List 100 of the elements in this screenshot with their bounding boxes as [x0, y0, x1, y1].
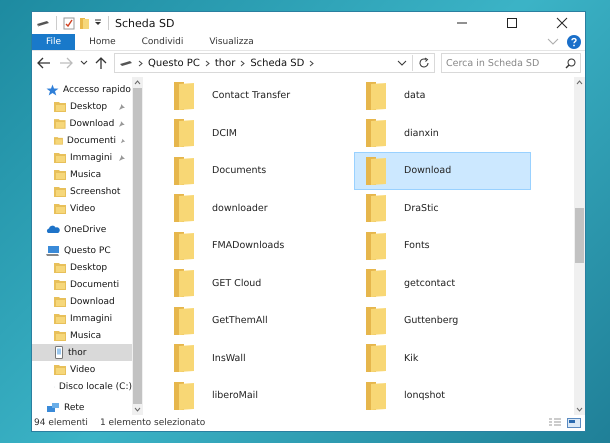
- properties-icon[interactable]: [63, 16, 75, 30]
- sidebar-item[interactable]: Questo PC: [32, 242, 132, 259]
- folder-icon: [54, 152, 66, 163]
- large-icons-view-icon[interactable]: [567, 418, 581, 428]
- pin-icon[interactable]: [120, 136, 126, 144]
- chevron-right-icon[interactable]: [204, 60, 210, 66]
- help-icon[interactable]: [567, 35, 581, 49]
- scroll-down-icon[interactable]: [576, 407, 583, 412]
- cloud-icon: [46, 225, 60, 234]
- folder-icon: [365, 343, 387, 374]
- sidebar-item[interactable]: Accesso rapido: [32, 81, 132, 98]
- dropdown-caret-icon[interactable]: [397, 60, 407, 66]
- folder-icon: [173, 306, 195, 336]
- folder-icon: [54, 330, 66, 341]
- folder-icon: [173, 156, 195, 186]
- folder-item[interactable]: DraStic: [354, 190, 531, 227]
- folder-item[interactable]: GET Cloud: [162, 264, 339, 302]
- sidebar-item[interactable]: Video: [32, 200, 132, 217]
- sidebar-item[interactable]: Immagini: [32, 149, 132, 166]
- folder-icon: [54, 262, 66, 273]
- folder-item[interactable]: FMADownloads: [162, 227, 339, 264]
- folder-icon: [365, 380, 387, 411]
- up-arrow-icon[interactable]: [94, 56, 108, 70]
- scroll-down-icon[interactable]: [134, 407, 141, 412]
- folder-item[interactable]: downloader: [162, 190, 339, 227]
- scrollbar[interactable]: [132, 77, 143, 415]
- folder-icon: [54, 296, 66, 307]
- folder-item[interactable]: Download: [354, 152, 531, 190]
- folder-icon: [54, 313, 66, 324]
- chevron-right-icon[interactable]: [138, 60, 143, 66]
- ribbon-tab[interactable]: Condividi: [130, 34, 196, 50]
- folder-icon: [365, 306, 387, 336]
- chevron-right-icon[interactable]: [240, 60, 246, 66]
- sidebar-item[interactable]: Musica: [32, 166, 132, 183]
- selection-status: 1 elemento selezionato: [100, 418, 206, 428]
- sidebar-item[interactable]: Desktop: [32, 98, 132, 115]
- folder-item[interactable]: Contact Transfer: [162, 77, 339, 114]
- sidebar-item[interactable]: Screenshot: [32, 183, 132, 200]
- scrollbar-thumb[interactable]: [575, 208, 584, 263]
- folder-icon: [54, 203, 66, 214]
- pin-icon[interactable]: [118, 120, 126, 128]
- refresh-icon[interactable]: [418, 57, 430, 69]
- sidebar-item[interactable]: Musica: [32, 327, 132, 344]
- folder-item[interactable]: Guttenberg: [354, 302, 531, 340]
- sidebar-item[interactable]: Video: [32, 361, 132, 378]
- sidebar-item[interactable]: Download: [32, 293, 132, 310]
- folder-item[interactable]: Kik: [354, 340, 531, 377]
- scrollbar[interactable]: [574, 77, 585, 415]
- folder-item[interactable]: lonqshot: [354, 377, 531, 414]
- sidebar-item[interactable]: Disco locale (C:): [32, 378, 132, 395]
- back-arrow-icon[interactable]: [36, 56, 52, 70]
- chevron-right-icon[interactable]: [309, 60, 314, 66]
- folder-item[interactable]: data: [354, 77, 531, 114]
- breadcrumb[interactable]: Scheda SD: [250, 58, 304, 68]
- folder-icon: [54, 186, 66, 197]
- recent-locations-caret-icon[interactable]: [80, 60, 88, 66]
- folder-icon: [173, 193, 195, 224]
- sidebar-item[interactable]: Download: [32, 115, 132, 132]
- folder-item[interactable]: Documents: [162, 152, 339, 190]
- sidebar-item[interactable]: Documenti: [32, 132, 132, 149]
- folder-item[interactable]: getcontact: [354, 264, 531, 302]
- breadcrumb[interactable]: thor: [214, 58, 236, 68]
- folder-item[interactable]: Fonts: [354, 227, 531, 264]
- folder-icon: [54, 169, 66, 180]
- window-title: Scheda SD: [115, 16, 174, 30]
- pin-icon[interactable]: [118, 102, 126, 110]
- sidebar-item[interactable]: thor: [32, 344, 132, 361]
- folder-icon: [173, 230, 195, 261]
- sidebar-item[interactable]: Desktop: [32, 259, 132, 276]
- folder-icon: [54, 101, 66, 112]
- pin-icon[interactable]: [118, 154, 126, 162]
- dropdown-caret-icon[interactable]: [94, 19, 102, 27]
- search-icon: [565, 58, 576, 68]
- folder-item[interactable]: GetThemAll: [162, 302, 339, 340]
- search-field[interactable]: Cerca in Scheda SD: [441, 53, 581, 73]
- sidebar-item[interactable]: Rete: [32, 399, 132, 415]
- folder-item[interactable]: dianxin: [354, 114, 531, 152]
- folder-icon: [173, 343, 195, 374]
- folder-icon: [54, 279, 66, 290]
- folder-icon: [54, 118, 66, 129]
- scrollbar-thumb[interactable]: [133, 88, 142, 404]
- sidebar-item[interactable]: Immagini: [32, 310, 132, 327]
- ribbon-tab[interactable]: Home: [77, 34, 128, 50]
- folder-icon: [365, 118, 387, 148]
- ribbon-tab[interactable]: File: [32, 34, 76, 50]
- sidebar-item[interactable]: Documenti: [32, 276, 132, 293]
- folder-item[interactable]: DCIM: [162, 114, 339, 152]
- folder-icon: [173, 80, 195, 111]
- folder-item[interactable]: liberoMail: [162, 377, 339, 414]
- scroll-up-icon[interactable]: [576, 80, 583, 85]
- folder-item[interactable]: InsWall: [162, 340, 339, 377]
- breadcrumb[interactable]: Questo PC: [148, 58, 200, 68]
- scroll-up-icon[interactable]: [134, 80, 141, 85]
- phone-icon: [54, 346, 64, 359]
- ribbon-tab[interactable]: Visualizza: [197, 34, 266, 50]
- details-view-icon[interactable]: [549, 418, 561, 428]
- folder-icon: [365, 268, 387, 298]
- address-bar[interactable]: Questo PC thor Scheda SD: [114, 53, 435, 73]
- sidebar-item[interactable]: OneDrive: [32, 221, 132, 238]
- star-icon: [46, 84, 59, 96]
